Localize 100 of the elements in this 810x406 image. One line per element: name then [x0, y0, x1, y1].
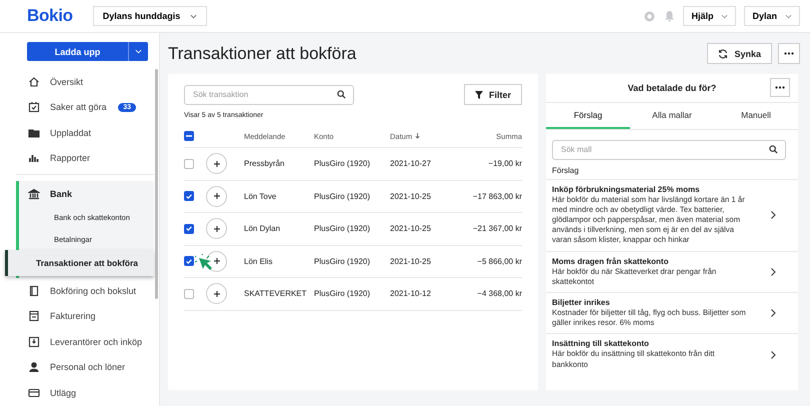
sidebar-item[interactable]: Rapporter [0, 146, 154, 171]
row-checkbox[interactable] [184, 191, 194, 202]
select-all-checkbox[interactable] [184, 131, 194, 141]
sidebar-subitem[interactable]: Transaktioner att bokföra [5, 250, 154, 276]
chevron-down-icon [190, 12, 198, 20]
add-button[interactable] [206, 153, 227, 174]
add-button[interactable] [206, 250, 227, 272]
row-checkbox[interactable] [184, 256, 194, 266]
sidebar-item[interactable]: Översikt [0, 69, 154, 94]
table-cell: −21 367,00 kr [452, 213, 522, 246]
more-button[interactable] [778, 43, 800, 64]
section-label: Förslag [552, 166, 580, 174]
table-cell: 2021-10-27 [390, 148, 452, 180]
calendar-icon [28, 101, 40, 114]
table-cell: PlusGiro (1920) [314, 213, 390, 246]
panel-title: Vad betalade du för? [628, 83, 716, 93]
table-cell: PlusGiro (1920) [314, 246, 390, 278]
row-checkbox[interactable] [184, 158, 194, 169]
tab[interactable]: Förslag [546, 103, 630, 129]
sidebar-item[interactable]: Leverantörer och inköp [0, 329, 154, 354]
row-checkbox[interactable] [184, 224, 194, 234]
table-cell: PlusGiro (1920) [314, 278, 390, 310]
search-icon [337, 90, 346, 100]
sidebar-item[interactable]: Bokföring och bokslut [0, 278, 154, 304]
plus-icon [214, 193, 220, 200]
template-title: Inköp förbrukningsmaterial 25% moms [552, 184, 701, 194]
chevron-down-icon [721, 12, 728, 20]
sidebar-item[interactable]: Uppladdat [0, 120, 154, 146]
scrollbar[interactable] [155, 69, 158, 299]
folder-icon [28, 126, 40, 139]
book-icon [28, 284, 40, 297]
table-cell: 2021-10-25 [390, 246, 452, 278]
table-cell: PlusGiro (1920) [314, 180, 390, 213]
template-title: Moms dragen från skattekonto [552, 256, 670, 266]
sidebar-item-label: Uppladdat [50, 128, 92, 138]
search-field[interactable]: Sök transaktion [184, 84, 354, 105]
house-icon [28, 76, 40, 88]
table-cell: PlusGiro (1920) [314, 148, 390, 180]
plus-icon [214, 160, 220, 167]
chevron-right-icon [771, 268, 776, 276]
table-cell: 2021-10-12 [390, 278, 452, 310]
sidebar-item[interactable]: Personal och löner [0, 354, 154, 380]
add-button[interactable] [206, 218, 227, 240]
sidebar-item-label: Leverantörer och inköp [50, 336, 144, 347]
upload-button[interactable]: Ladda upp [27, 42, 128, 61]
sidebar-item-label: Saker att göra [50, 102, 108, 112]
table-cell: 2021-10-25 [390, 213, 452, 246]
chevron-right-icon [771, 350, 776, 359]
check-icon [186, 226, 192, 232]
help-menu-button[interactable]: Hjälp [683, 6, 736, 26]
sidebar-item-label: Utlägg [50, 388, 78, 398]
plus-icon [214, 290, 220, 297]
logo[interactable]: Bokio [27, 6, 73, 26]
table-cell: Lön Elis [244, 246, 314, 278]
card-icon [28, 386, 40, 399]
more-icon [784, 52, 794, 55]
dash-icon [186, 135, 192, 137]
chevron-down-icon [785, 12, 792, 20]
bar-chart-icon [28, 152, 40, 164]
filter-icon [474, 90, 483, 98]
plus-icon [214, 226, 220, 232]
panel-more-button[interactable] [770, 78, 790, 97]
tab[interactable]: Alla mallar [630, 103, 714, 129]
add-button[interactable] [206, 283, 227, 304]
search-icon [769, 145, 778, 154]
plus-icon [214, 258, 220, 264]
filter-button[interactable]: Filter [464, 84, 522, 105]
check-icon [186, 194, 192, 199]
user-menu-button[interactable]: Dylan [744, 6, 800, 26]
inbox-icon [28, 336, 40, 348]
more-icon [775, 86, 785, 89]
add-button[interactable] [206, 186, 227, 207]
bank-icon [28, 188, 40, 200]
tab[interactable]: Manuell [714, 103, 798, 129]
sidebar-item-label: Översikt [50, 76, 84, 87]
row-checkbox[interactable] [184, 288, 194, 299]
sidebar-item-label: Personal och löner [50, 362, 126, 372]
invoice-icon [28, 310, 40, 322]
sidebar-item-label: Rapporter [50, 153, 92, 164]
sidebar-item[interactable]: Fakturering [0, 304, 154, 329]
table-cell: Lön Dylan [244, 213, 314, 246]
sort-arrow-icon[interactable] [415, 133, 420, 139]
table-cell: −19,00 kr [452, 148, 522, 180]
chevron-right-icon [771, 211, 776, 219]
sidebar-item-label: Bokföring och bokslut [50, 286, 138, 296]
chevron-down-icon [135, 48, 142, 55]
sidebar-item[interactable]: Utlägg [0, 380, 154, 406]
table-cell: −4 368,00 kr [452, 278, 522, 310]
template-search-field[interactable]: Sök mall [552, 140, 786, 160]
table-cell: Pressbyrån [244, 148, 314, 180]
table-cell: −5 866,00 kr [452, 246, 522, 278]
table-cell: −17 863,00 kr [452, 180, 522, 213]
company-dropdown[interactable]: Dylans hunddagis [92, 6, 208, 26]
sidebar-item-label: Fakturering [50, 311, 97, 322]
template-title: Insättning till skattekonto [552, 339, 650, 348]
sync-button[interactable]: Synka [707, 43, 772, 64]
table-cell: Lön Tove [244, 180, 314, 213]
sync-icon [718, 48, 728, 58]
sidebar-item[interactable]: Bank [19, 181, 154, 206]
table-cell: 2021-10-25 [390, 180, 452, 213]
